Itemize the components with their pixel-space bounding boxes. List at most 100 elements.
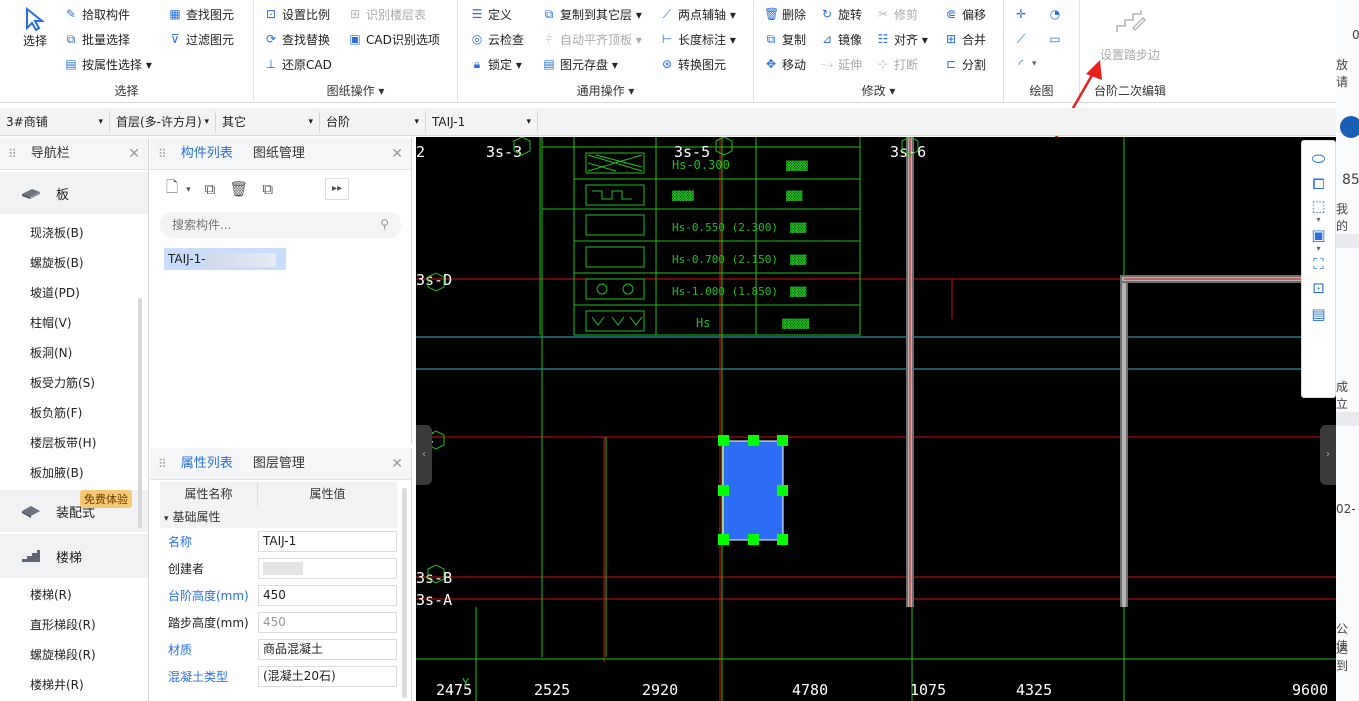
move-button[interactable]: ✥ 移动 xyxy=(764,54,806,74)
nav-item[interactable]: 板受力筋(S) xyxy=(0,368,148,398)
tab-component-list[interactable]: 构件列表 xyxy=(171,138,243,170)
nav-item[interactable]: 直形梯段(R) xyxy=(0,610,148,640)
nav-item[interactable]: 楼层板带(H) xyxy=(0,428,148,458)
nav-item[interactable]: 楼梯井(R) xyxy=(0,670,148,700)
chevron-down-icon[interactable]: ▾ xyxy=(1302,215,1335,224)
tab-drawing-manager[interactable]: 图纸管理 xyxy=(243,138,315,170)
property-value[interactable]: TAIJ-1 xyxy=(258,531,397,552)
copy-to-layer-button[interactable]: ⧉ 复制到其它层 ▾ xyxy=(542,4,642,24)
offset-button[interactable]: ⋐ 偏移 xyxy=(944,4,986,24)
search-icon[interactable]: ⚲ xyxy=(380,217,389,231)
fit-view-icon[interactable]: ⛶ xyxy=(1302,255,1335,273)
property-value[interactable] xyxy=(258,558,397,579)
close-icon[interactable]: ✕ xyxy=(128,146,140,162)
merge-button[interactable]: ⊞ 合并 xyxy=(944,29,986,49)
grip-handle[interactable] xyxy=(777,485,788,496)
component-search[interactable]: ⚲ xyxy=(160,212,401,238)
extend-button[interactable]: ⤍ 延伸 xyxy=(820,54,862,74)
draw-line-button[interactable]: ⟋ xyxy=(1014,29,1032,49)
component-selector[interactable]: TAIJ-1 ▾ xyxy=(426,110,538,133)
define-button[interactable]: ☰ 定义 xyxy=(470,4,512,24)
property-value[interactable]: 450 xyxy=(258,612,397,633)
property-value[interactable]: 450 xyxy=(258,585,397,606)
identify-floor-table-button[interactable]: ⊞ 识别楼层表 xyxy=(348,4,426,24)
copy-component-icon[interactable]: ⧉ xyxy=(205,180,216,198)
project-selector[interactable]: 3#商铺 ▾ xyxy=(0,110,110,133)
grip-handle[interactable] xyxy=(748,534,759,545)
auto-align-top-button[interactable]: ⫩ 自动平齐顶板 ▾ xyxy=(542,29,642,49)
restore-cad-button[interactable]: ⊥ 还原CAD xyxy=(264,54,332,74)
mirror-button[interactable]: ⊿ 镜像 xyxy=(820,29,862,49)
property-section-basic[interactable]: ▾ 基础属性 xyxy=(160,506,397,528)
cube-solid-icon[interactable]: ▣ xyxy=(1302,226,1335,244)
new-component-icon[interactable]: 🗋︎ ▾ xyxy=(166,177,191,202)
grip-handle[interactable] xyxy=(748,435,759,446)
component-search-input[interactable] xyxy=(160,212,360,238)
layer-view-icon[interactable]: ▤ xyxy=(1302,305,1335,323)
nav-item[interactable]: 现浇板(B) xyxy=(0,218,148,248)
layer-copy-icon[interactable]: ⧉ xyxy=(262,180,273,198)
nav-item[interactable]: 板加腋(B) xyxy=(0,458,148,488)
trim-button[interactable]: ✂ 修剪 xyxy=(876,4,918,24)
chevron-down-icon[interactable]: ▾ xyxy=(1302,244,1335,253)
set-scale-button[interactable]: ⊡ 设置比例 xyxy=(264,4,330,24)
find-element-button[interactable]: ▦ 查找图元 xyxy=(168,4,234,24)
nav-item[interactable]: 板负筋(F) xyxy=(0,398,148,428)
cloud-check-button[interactable]: ◎ 云检查 xyxy=(470,29,524,49)
nav-scrollbar[interactable] xyxy=(138,298,142,528)
length-dim-button[interactable]: ⊢ 长度标注 ▾ xyxy=(660,29,736,49)
free-trial-badge[interactable]: 免费体验 xyxy=(80,490,132,508)
cad-drawing[interactable]: Hs-0.300 ▓▓▓▓ Hs-0.550 (2.300) Hs-0.700 … xyxy=(416,137,1336,701)
category-selector[interactable]: 其它 ▾ xyxy=(216,110,320,133)
break-button[interactable]: ⊹ 打断 xyxy=(876,54,918,74)
grip-handle[interactable] xyxy=(718,485,729,496)
copy-button[interactable]: ⧉ 复制 xyxy=(764,29,806,49)
cad-options-button[interactable]: ▣ CAD识别选项 xyxy=(348,29,440,49)
floor-selector[interactable]: 首层(多-许方月) ▾ xyxy=(110,110,216,133)
grip-handle[interactable] xyxy=(777,435,788,446)
convert-element-button[interactable]: ⊛ 转换图元 xyxy=(660,54,726,74)
nav-item[interactable]: 坡道(PD) xyxy=(0,278,148,308)
tab-property-list[interactable]: 属性列表 xyxy=(171,448,243,480)
two-point-axis-button[interactable]: ⟋ 两点辅轴 ▾ xyxy=(660,4,736,24)
grip-icon[interactable]: ⠿ xyxy=(8,147,17,161)
box-select-icon[interactable]: ⊡ xyxy=(1302,279,1335,297)
orbit-icon[interactable]: ⬭ xyxy=(1302,149,1335,169)
selected-step-element[interactable] xyxy=(718,435,788,545)
nav-category-prefab[interactable]: 装配式 免费体验 xyxy=(0,490,148,532)
close-icon[interactable]: ✕ xyxy=(391,146,403,162)
type-selector[interactable]: 台阶 ▾ xyxy=(320,110,426,133)
filter-element-button[interactable]: ⊽ 过滤图元 xyxy=(168,29,234,49)
view-3d-icon[interactable]: ⧠ xyxy=(1302,175,1335,193)
right-collapse-handle[interactable]: › xyxy=(1320,425,1336,485)
delete-component-icon[interactable]: 🗑︎ xyxy=(229,180,248,198)
batch-select-button[interactable]: ⧉ 批量选择 xyxy=(64,29,130,49)
close-icon[interactable]: ✕ xyxy=(391,456,403,472)
draw-circle-button[interactable]: ◔ xyxy=(1048,4,1066,24)
find-replace-button[interactable]: ⟳ 查找替换 xyxy=(264,29,330,49)
select-by-attr-button[interactable]: ▤ 按属性选择 ▾ xyxy=(64,54,152,74)
pick-component-button[interactable]: ✎ 拾取构件 xyxy=(64,4,130,24)
grip-handle[interactable] xyxy=(718,435,729,446)
align-button[interactable]: ☷ 对齐 ▾ xyxy=(876,29,928,49)
cad-canvas[interactable]: Hs-0.300 ▓▓▓▓ Hs-0.550 (2.300) Hs-0.700 … xyxy=(416,137,1336,701)
set-step-edge-button[interactable]: 设置踏步边 xyxy=(1080,6,1180,63)
save-element-button[interactable]: ▤ 图元存盘 ▾ xyxy=(542,54,618,74)
component-list-item[interactable]: TAIJ-1- xyxy=(164,248,286,270)
nav-category-stairs[interactable]: 楼梯 xyxy=(0,534,148,578)
expand-icon[interactable]: ▸▸ xyxy=(325,178,350,200)
nav-item[interactable]: 柱帽(V) xyxy=(0,308,148,338)
property-scrollbar[interactable] xyxy=(402,488,407,698)
cube-view-icon[interactable]: ⬚ xyxy=(1302,197,1335,215)
draw-rect-button[interactable]: ▭ xyxy=(1048,29,1066,49)
select-big-button[interactable]: 选择 xyxy=(18,6,52,49)
left-collapse-handle[interactable]: ‹ xyxy=(416,425,432,485)
nav-item[interactable]: 楼梯(R) xyxy=(0,580,148,610)
grip-handle[interactable] xyxy=(777,534,788,545)
nav-item[interactable]: 螺旋梯段(R) xyxy=(0,640,148,670)
lock-button[interactable]: 🔒︎ 锁定 ▾ xyxy=(470,54,522,74)
grip-handle[interactable] xyxy=(718,534,729,545)
nav-category-slab[interactable]: 板 xyxy=(0,172,148,214)
property-value[interactable]: 商品混凝土 xyxy=(258,639,397,660)
nav-item[interactable]: 螺旋板(B) xyxy=(0,248,148,278)
